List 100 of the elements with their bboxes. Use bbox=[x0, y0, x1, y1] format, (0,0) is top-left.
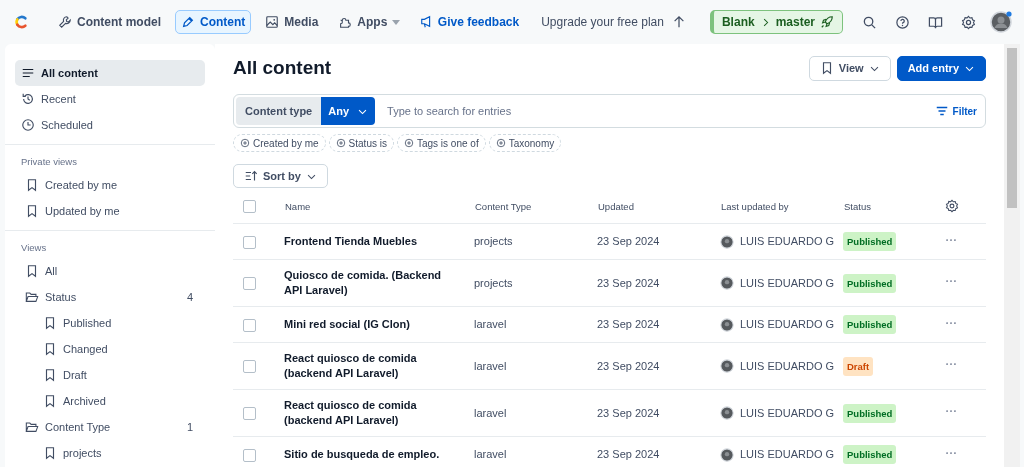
list-icon bbox=[21, 66, 35, 80]
column-header: Updated bbox=[597, 190, 720, 224]
rocket-icon bbox=[820, 15, 834, 29]
column-header: Name bbox=[284, 190, 474, 224]
settings-icon[interactable] bbox=[945, 198, 959, 213]
bookmark-icon bbox=[43, 394, 57, 408]
table-cell: 23 Sep 2024 bbox=[597, 223, 720, 260]
avatar-icon[interactable] bbox=[990, 11, 1012, 33]
bookmark-icon bbox=[43, 368, 57, 382]
bookmark-icon bbox=[25, 178, 39, 192]
item-count: 1 bbox=[186, 421, 193, 433]
entry-name[interactable]: Quiosco de comida. (Backend API Laravel) bbox=[284, 259, 474, 307]
add-entry-button[interactable]: Add entry bbox=[896, 55, 986, 81]
view-button[interactable]: View bbox=[808, 55, 891, 81]
feedback-link[interactable]: Give feedback bbox=[419, 15, 520, 29]
bookmark-icon bbox=[25, 264, 39, 278]
user-name: LUIS EDUARDO G bbox=[740, 317, 835, 332]
row-checkbox[interactable] bbox=[243, 407, 256, 421]
sort-icon bbox=[244, 169, 258, 183]
table-cell: laravel bbox=[474, 436, 597, 467]
sidebar-item[interactable]: Recent bbox=[15, 86, 205, 112]
filter-chip[interactable]: Status is bbox=[328, 134, 394, 152]
bookmark-icon bbox=[43, 342, 57, 356]
plus-circle-icon bbox=[403, 138, 414, 148]
column-header: Status bbox=[843, 190, 944, 224]
avatar-icon bbox=[720, 447, 734, 462]
item-label: Created by me bbox=[45, 179, 119, 191]
filter-button[interactable]: Filter bbox=[928, 103, 983, 119]
sidebar-item[interactable]: All content bbox=[15, 60, 205, 86]
item-label: All bbox=[45, 265, 59, 277]
content-type-select[interactable]: Any bbox=[321, 97, 375, 125]
row-checkbox[interactable] bbox=[243, 360, 256, 374]
search-icon[interactable] bbox=[862, 14, 877, 30]
nav-tab[interactable]: Media bbox=[259, 10, 325, 34]
avatar-icon bbox=[720, 276, 734, 290]
item-label: Status bbox=[45, 291, 78, 303]
settings-icon[interactable] bbox=[961, 14, 976, 30]
logo-icon[interactable] bbox=[14, 14, 30, 30]
status-badge: Published bbox=[843, 315, 897, 334]
page-title: All content bbox=[233, 57, 332, 79]
entry-name[interactable]: React quiosco de comida (backend API Laravel) bbox=[284, 342, 474, 390]
item-count: 4 bbox=[186, 291, 193, 303]
book-icon[interactable] bbox=[928, 14, 943, 30]
row-checkbox[interactable] bbox=[243, 318, 256, 332]
entry-name[interactable]: Mini red social (IG Clon) bbox=[284, 306, 474, 343]
sidebar-item[interactable]: Scheduled bbox=[15, 112, 205, 138]
bookmark-icon bbox=[25, 204, 39, 218]
column-header: Content Type bbox=[474, 190, 597, 224]
sidebar-item[interactable]: Created by me bbox=[15, 172, 205, 198]
sort-button[interactable]: Sort by bbox=[233, 164, 328, 188]
row-checkbox[interactable] bbox=[243, 235, 256, 249]
entry-name[interactable]: Frontend Tienda Muebles bbox=[284, 223, 474, 260]
row-checkbox[interactable] bbox=[243, 277, 256, 291]
sidebar-item[interactable]: Archived bbox=[15, 388, 205, 414]
sidebar-item[interactable]: projects bbox=[15, 440, 205, 466]
sidebar-item[interactable]: Draft bbox=[15, 362, 205, 388]
sidebar-item[interactable]: Content Type 1 bbox=[15, 414, 205, 440]
sidebar-item[interactable]: Changed bbox=[15, 336, 205, 362]
avatar-icon bbox=[720, 317, 734, 332]
history-icon bbox=[21, 92, 35, 106]
filter-chip[interactable]: Tags is one of bbox=[396, 134, 486, 152]
table-cell: laravel bbox=[474, 306, 597, 343]
select-all-checkbox[interactable] bbox=[243, 200, 256, 213]
nav-tab[interactable]: Apps bbox=[332, 10, 407, 34]
sidebar-item[interactable]: Updated by me bbox=[15, 198, 205, 224]
upgrade-link[interactable]: Upgrade your free plan bbox=[541, 15, 686, 29]
status-badge: Published bbox=[843, 232, 897, 251]
search-field[interactable]: Content type Any Type to search for entries Filter bbox=[233, 94, 986, 128]
bookmark-icon bbox=[43, 446, 57, 460]
sidebar-item[interactable]: Published bbox=[15, 310, 205, 336]
filter-chip[interactable]: Created by me bbox=[233, 134, 326, 152]
environment-switch[interactable]: Blank master bbox=[709, 10, 843, 34]
wrench-icon bbox=[58, 15, 72, 29]
entry-name[interactable]: Sitio de busqueda de empleo. bbox=[284, 436, 474, 467]
scrollbar[interactable] bbox=[1004, 44, 1020, 467]
table-cell: laravel bbox=[474, 389, 597, 437]
avatar-icon bbox=[720, 406, 734, 420]
nav-tab[interactable]: Content bbox=[175, 10, 252, 34]
filter-icon bbox=[934, 104, 949, 118]
pen-icon bbox=[181, 15, 195, 29]
entry-name[interactable]: React quiosco de comida (backend API Laravel) bbox=[284, 389, 474, 437]
bookmark-icon bbox=[43, 316, 57, 330]
section-heading: Private views bbox=[20, 155, 78, 169]
plus-circle-icon bbox=[240, 138, 250, 148]
help-icon[interactable] bbox=[895, 14, 910, 30]
sidebar-item[interactable]: Status 4 bbox=[15, 284, 205, 310]
nav-tab[interactable]: Content model bbox=[52, 10, 167, 34]
status-badge: Published bbox=[843, 403, 897, 423]
user-name: LUIS EDUARDO G bbox=[740, 447, 835, 462]
user-name: LUIS EDUARDO G bbox=[740, 234, 835, 249]
user-name: LUIS EDUARDO G bbox=[740, 358, 835, 374]
table-cell: 23 Sep 2024 bbox=[597, 259, 720, 307]
filter-chip[interactable]: Taxonomy bbox=[488, 134, 562, 152]
arrow-up-icon bbox=[671, 15, 686, 29]
row-checkbox[interactable] bbox=[243, 448, 256, 462]
environment-name: master bbox=[775, 15, 815, 29]
sidebar-item[interactable]: All bbox=[15, 258, 205, 284]
section-heading: Views bbox=[20, 241, 48, 255]
avatar-icon bbox=[720, 234, 734, 249]
content-type-label: Content type bbox=[236, 97, 322, 125]
